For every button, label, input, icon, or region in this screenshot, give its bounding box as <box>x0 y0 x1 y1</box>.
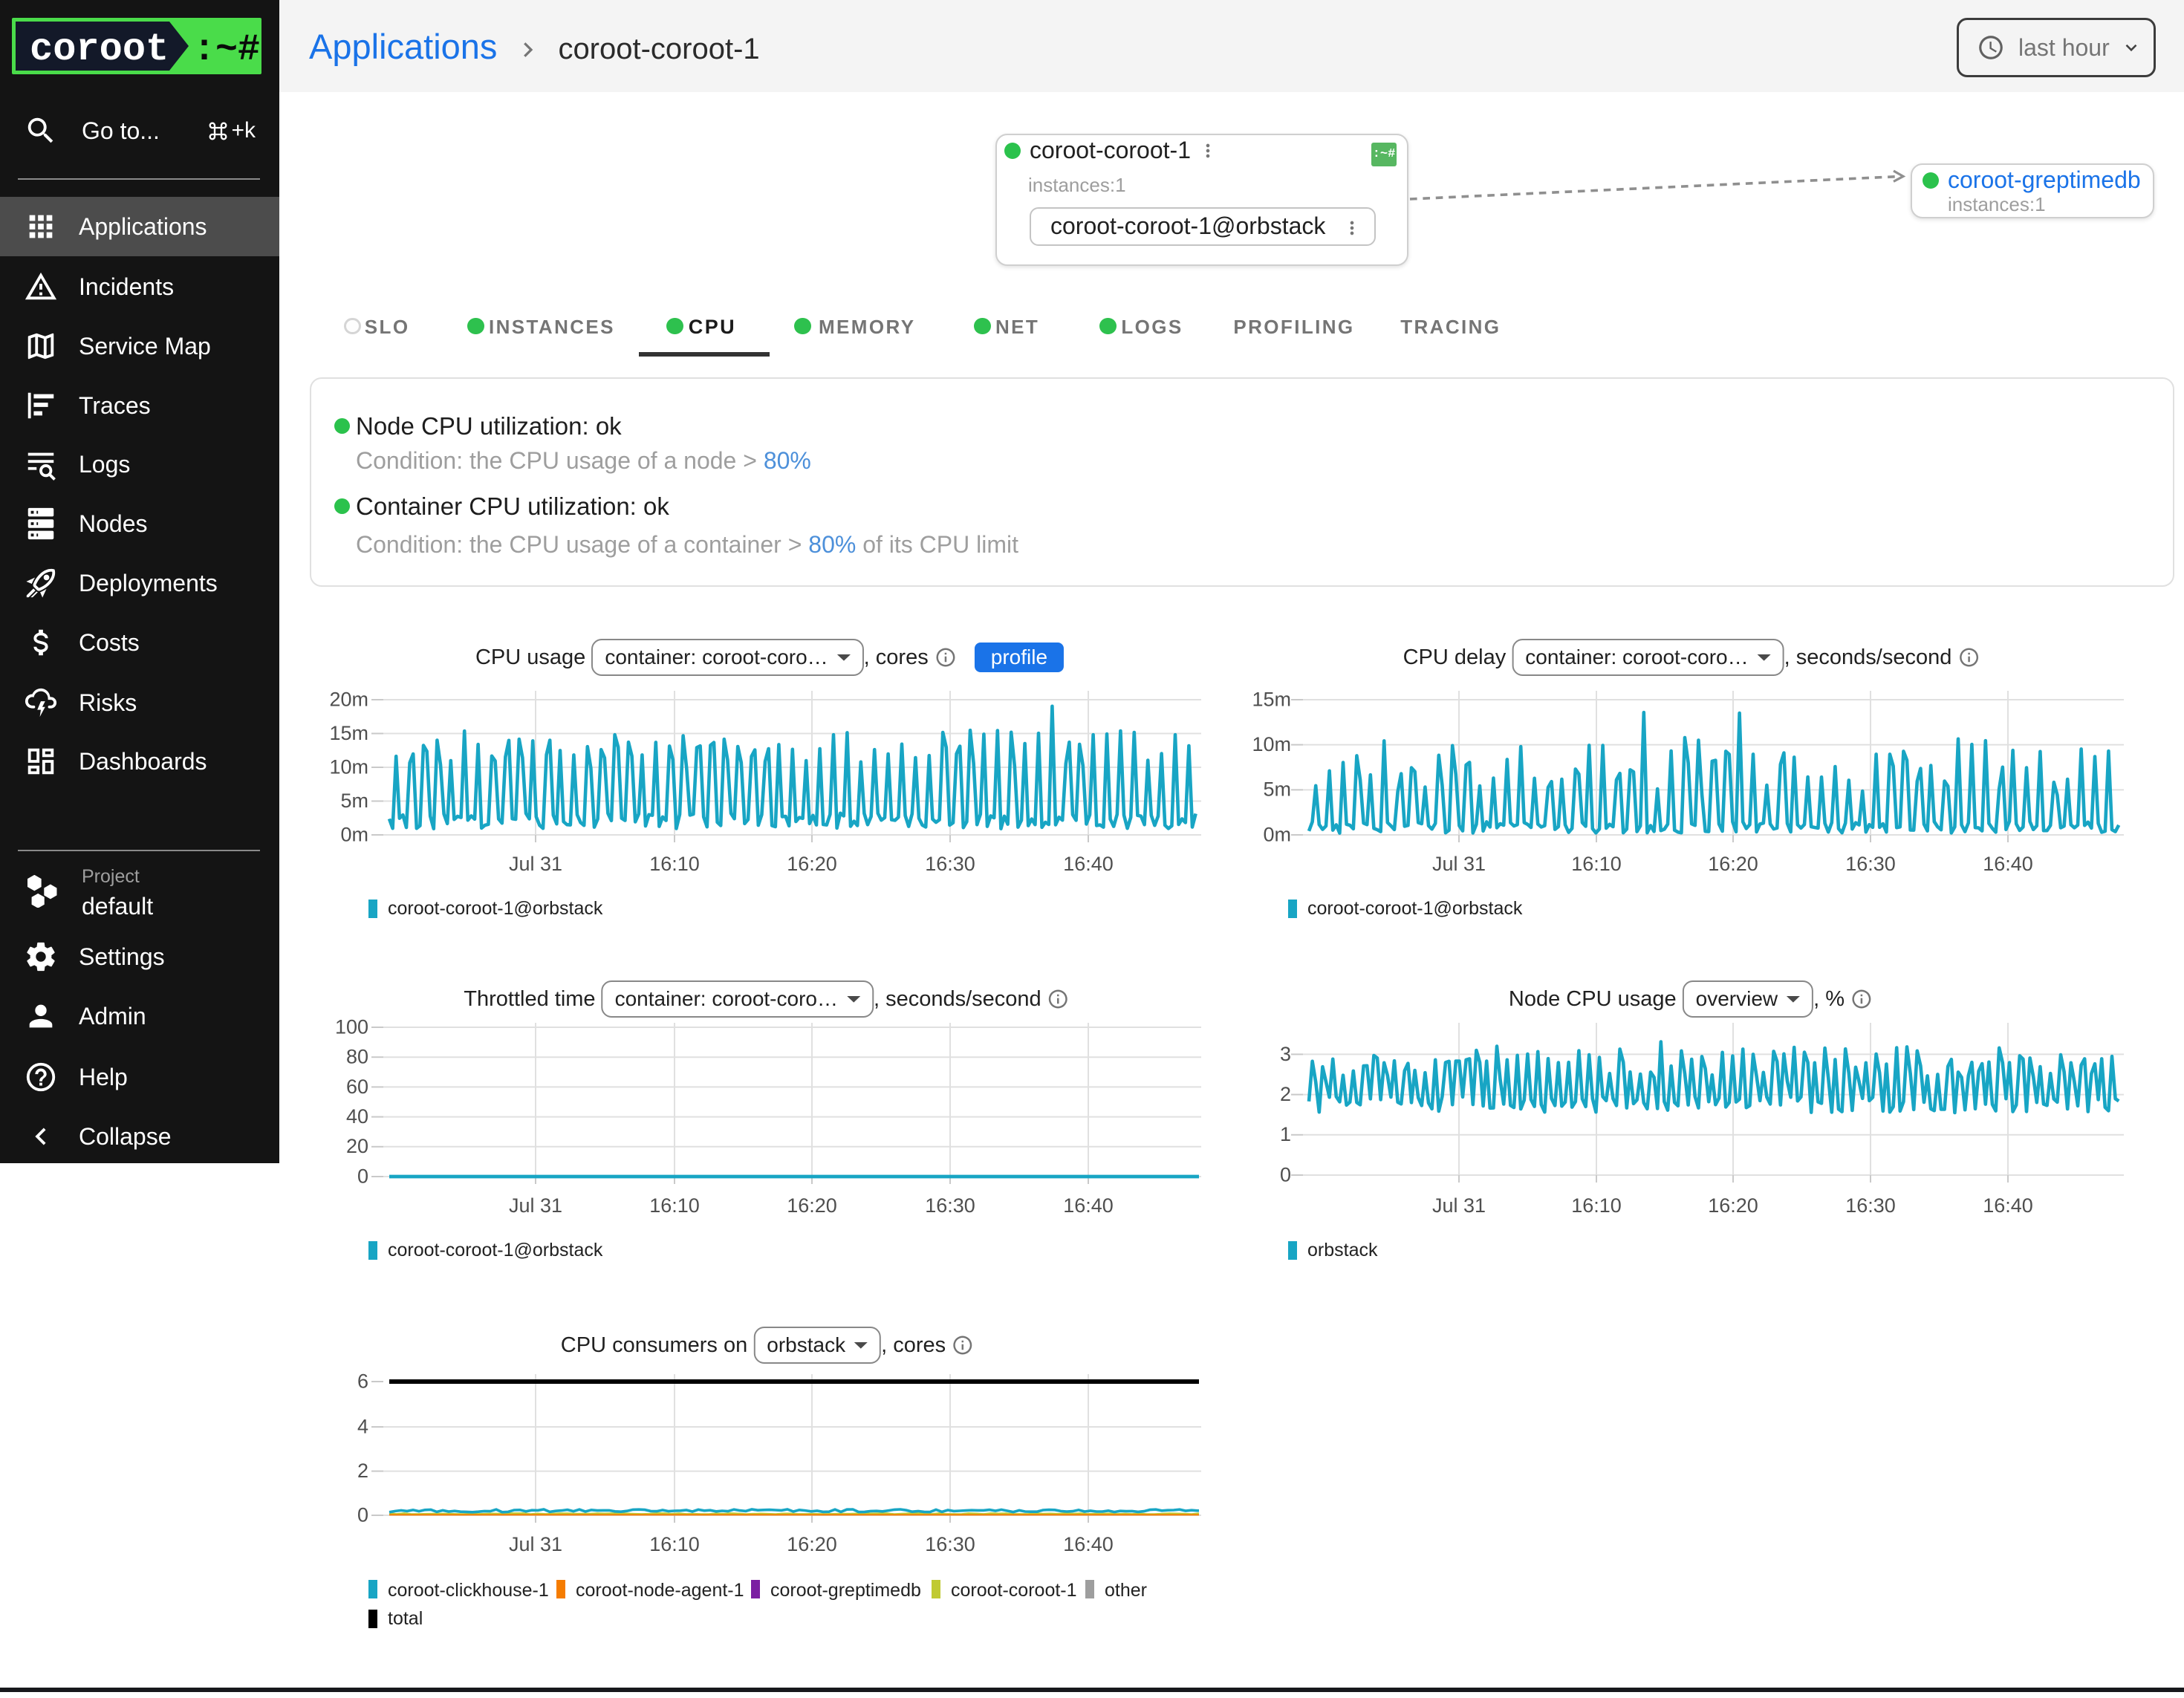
svg-text:3: 3 <box>1280 1043 1291 1065</box>
svg-text:coroot-coroot-1@orbstack: coroot-coroot-1@orbstack <box>388 1240 603 1261</box>
svg-text:4: 4 <box>357 1415 368 1437</box>
svg-text:1: 1 <box>1280 1123 1291 1145</box>
svg-text:16:20: 16:20 <box>1708 1194 1758 1217</box>
svg-text:5m: 5m <box>1263 778 1291 801</box>
svg-text:0m: 0m <box>340 823 368 845</box>
svg-text:10m: 10m <box>1252 733 1291 755</box>
svg-text:Jul 31: Jul 31 <box>1432 1194 1486 1217</box>
svg-text:orbstack: orbstack <box>1307 1240 1378 1261</box>
svg-text:coroot-coroot-1@orbstack: coroot-coroot-1@orbstack <box>388 898 603 919</box>
svg-text:16:20: 16:20 <box>1708 853 1758 875</box>
svg-text:16:40: 16:40 <box>1063 1533 1114 1555</box>
svg-text:coroot-node-agent-1: coroot-node-agent-1 <box>576 1580 744 1601</box>
svg-text:10m: 10m <box>329 755 368 778</box>
svg-text::~#: :~# <box>193 29 260 71</box>
svg-text:16:20: 16:20 <box>787 1194 837 1217</box>
svg-text:16:10: 16:10 <box>649 1194 700 1217</box>
svg-text:other: other <box>1105 1580 1147 1601</box>
svg-text:16:40: 16:40 <box>1063 1194 1114 1217</box>
svg-text:16:30: 16:30 <box>925 1533 975 1555</box>
svg-text:16:10: 16:10 <box>1571 853 1622 875</box>
svg-text:0: 0 <box>1280 1163 1291 1185</box>
svg-text:Jul 31: Jul 31 <box>509 1533 562 1555</box>
svg-text:15m: 15m <box>329 722 368 744</box>
svg-text:16:10: 16:10 <box>649 1533 700 1555</box>
svg-text:20m: 20m <box>329 688 368 710</box>
svg-text:Jul 31: Jul 31 <box>509 1194 562 1217</box>
svg-text:40: 40 <box>346 1105 368 1128</box>
svg-text:0: 0 <box>357 1503 368 1526</box>
svg-text:coroot-greptimedb: coroot-greptimedb <box>770 1580 921 1601</box>
svg-text:20: 20 <box>346 1135 368 1157</box>
svg-text:2: 2 <box>357 1460 368 1482</box>
svg-text:16:40: 16:40 <box>1983 853 2033 875</box>
svg-text:5m: 5m <box>340 790 368 812</box>
svg-text:6: 6 <box>357 1370 368 1392</box>
svg-text:16:30: 16:30 <box>925 853 975 875</box>
svg-text:16:30: 16:30 <box>1845 1194 1896 1217</box>
svg-text:16:40: 16:40 <box>1063 853 1114 875</box>
svg-text:80: 80 <box>346 1046 368 1068</box>
svg-text:Jul 31: Jul 31 <box>1432 853 1486 875</box>
svg-text:total: total <box>388 1608 423 1629</box>
svg-text:coroot-coroot-1: coroot-coroot-1 <box>951 1580 1077 1601</box>
svg-text:16:30: 16:30 <box>925 1194 975 1217</box>
svg-text:0: 0 <box>357 1165 368 1187</box>
svg-text:Jul 31: Jul 31 <box>509 853 562 875</box>
svg-text:15m: 15m <box>1252 688 1291 710</box>
svg-text:60: 60 <box>346 1076 368 1098</box>
svg-text:coroot-clickhouse-1: coroot-clickhouse-1 <box>388 1580 549 1601</box>
svg-text:2: 2 <box>1280 1083 1291 1105</box>
svg-text:16:20: 16:20 <box>787 1533 837 1555</box>
svg-text:100: 100 <box>335 1015 368 1038</box>
svg-text:16:30: 16:30 <box>1845 853 1896 875</box>
svg-text:16:10: 16:10 <box>1571 1194 1622 1217</box>
svg-text:coroot-coroot-1@orbstack: coroot-coroot-1@orbstack <box>1307 898 1523 919</box>
svg-text:16:20: 16:20 <box>787 853 837 875</box>
svg-text:0m: 0m <box>1263 823 1291 845</box>
svg-text:coroot: coroot <box>30 27 169 71</box>
svg-text:16:40: 16:40 <box>1983 1194 2033 1217</box>
svg-text:16:10: 16:10 <box>649 853 700 875</box>
